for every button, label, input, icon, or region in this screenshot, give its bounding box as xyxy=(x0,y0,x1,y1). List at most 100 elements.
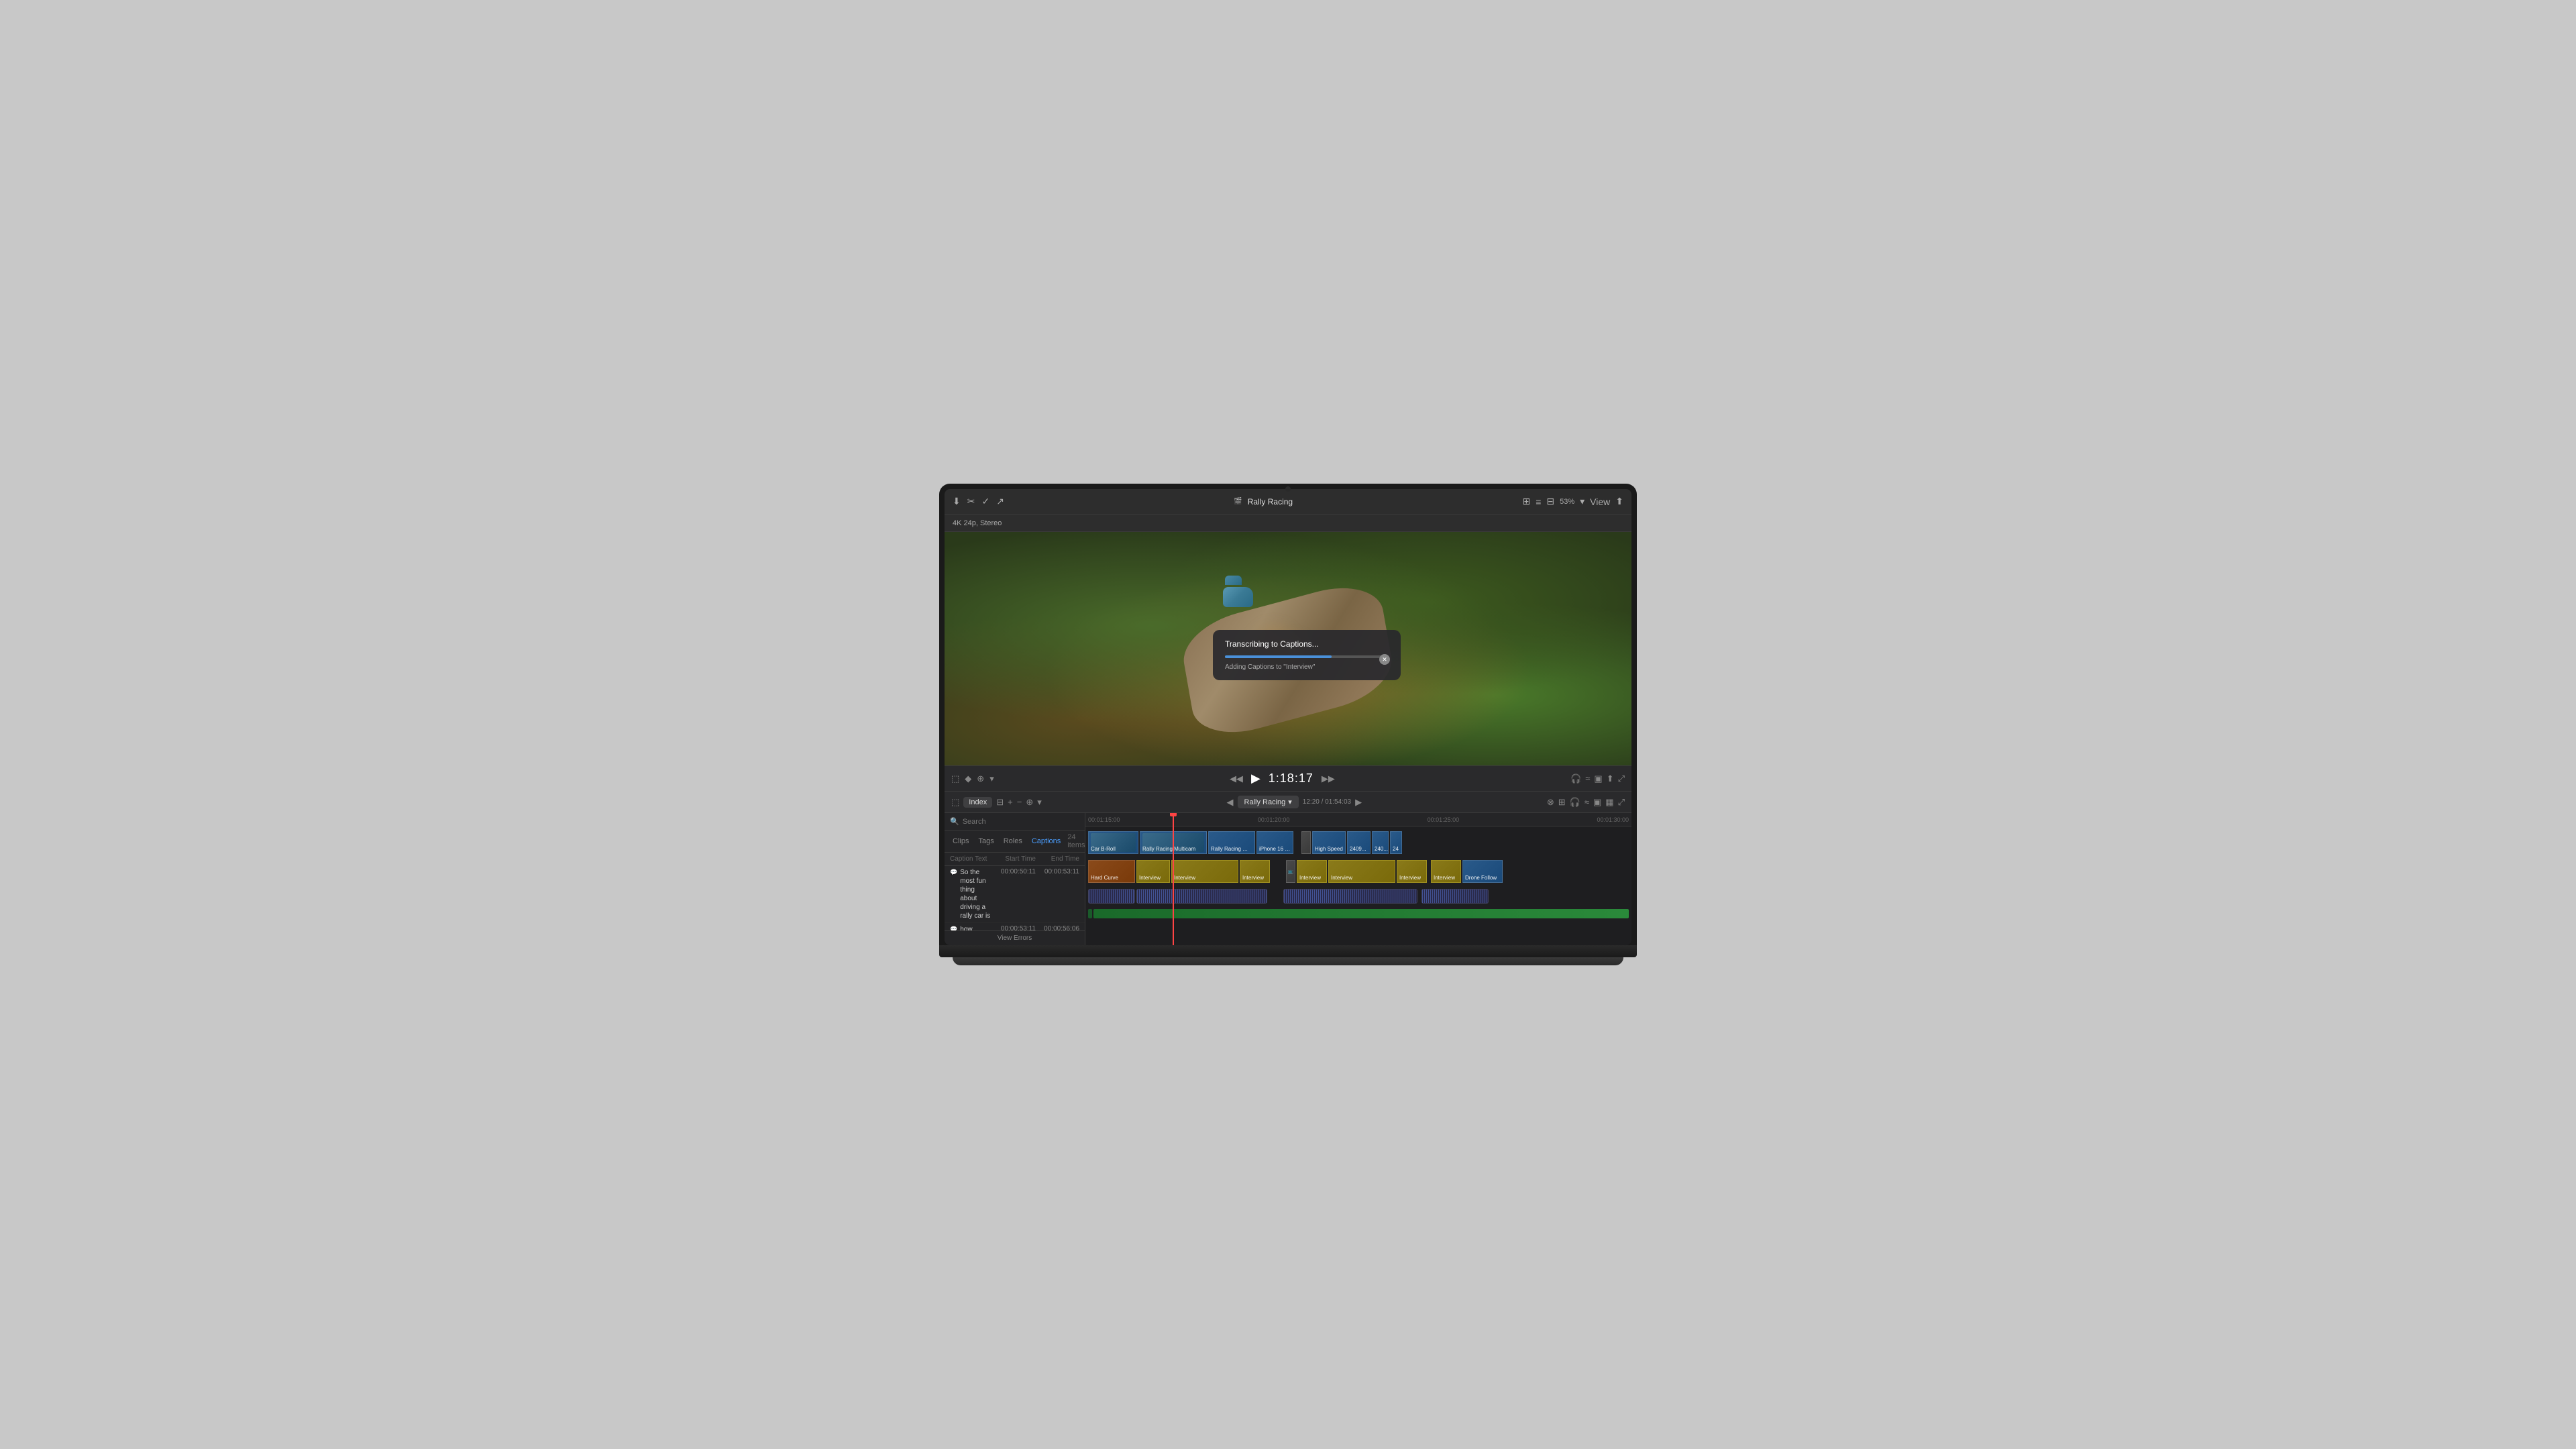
auto-enhance-icon[interactable]: ≈ xyxy=(1585,797,1589,807)
clip-hard-curve[interactable]: Hard Curve xyxy=(1088,860,1135,883)
export-icon[interactable]: ⬆ xyxy=(1607,773,1614,784)
timeline-content: 🔍 Clips Tags Roles Captions 24 items xyxy=(945,813,1631,945)
clip-2409[interactable]: 2409... xyxy=(1347,831,1371,854)
car-body xyxy=(1223,587,1253,607)
tools-icon[interactable]: ⬚ xyxy=(951,773,959,784)
tracks: Car B-Roll Rally Racing Multicam xyxy=(1085,826,1631,924)
sync-icon[interactable]: ⊗ xyxy=(1547,797,1554,808)
effects-icon[interactable]: ▦ xyxy=(1605,797,1613,808)
clip-drone-follow[interactable]: Drone Follow xyxy=(1462,860,1503,883)
caption-end-1: 00:00:53:11 xyxy=(1036,868,1079,875)
clip-rally-multicam-2[interactable]: Rally Racing Mul... xyxy=(1208,831,1255,854)
playback-left: ⬚ ◆ ⊕ ▾ xyxy=(951,773,994,784)
clip-label-broll: Car B-Roll xyxy=(1091,846,1116,852)
clip-small-2[interactable]: 24 xyxy=(1390,831,1402,854)
search-input[interactable] xyxy=(963,818,1079,826)
waveform-2 xyxy=(1137,890,1267,903)
tracks-area[interactable]: 00:01:15:00 00:01:20:00 00:01:25:00 00:0… xyxy=(1085,813,1631,945)
audio-strip-row xyxy=(1085,908,1631,920)
tab-captions[interactable]: Captions xyxy=(1029,836,1063,847)
caption-row[interactable]: 💬 how applicable it is to every kind of … xyxy=(945,923,1085,930)
project-name-button[interactable]: Rally Racing ▾ xyxy=(1238,796,1299,808)
clip-icon[interactable]: ▣ xyxy=(1594,773,1602,784)
zoom-out-icon[interactable]: − xyxy=(1017,797,1022,807)
tools-toggle-icon[interactable]: ⬚ xyxy=(951,797,959,808)
clip-car-broll[interactable]: Car B-Roll xyxy=(1088,831,1138,854)
progress-bar-background: ✕ xyxy=(1225,655,1389,658)
index-button[interactable]: Index xyxy=(963,797,992,808)
zoom-in-icon[interactable]: + xyxy=(1008,797,1013,807)
timeline-skip-fwd-icon[interactable]: ▶ xyxy=(1355,797,1362,808)
waveform-icon[interactable]: ≈ xyxy=(1585,773,1590,784)
ruler-mark-2: 00:01:20:00 xyxy=(1258,816,1290,823)
clip-240[interactable]: 240... xyxy=(1372,831,1389,854)
fullscreen-icon[interactable]: ⤢ xyxy=(1618,773,1625,784)
clip-interview-3[interactable]: Interview xyxy=(1240,860,1270,883)
share-export-icon[interactable]: ⬆ xyxy=(1615,496,1623,507)
clip-high-speed[interactable]: High Speed xyxy=(1312,831,1346,854)
import-icon[interactable]: ⬇ xyxy=(953,496,961,507)
clip-label-interview2: Interview xyxy=(1174,875,1195,881)
detail-view-icon[interactable]: ⊟ xyxy=(1546,496,1554,507)
film-icon: 🎬 xyxy=(1234,498,1242,505)
progress-bar-fill xyxy=(1225,655,1332,658)
caption-start-2: 00:00:53:11 xyxy=(992,925,1036,930)
snap-icon[interactable]: ⊕ xyxy=(1026,797,1033,808)
clip-height-icon[interactable]: ⊟ xyxy=(996,797,1004,808)
multicam-icon[interactable]: ⊞ xyxy=(1558,797,1566,808)
audio-clip-2[interactable] xyxy=(1136,889,1267,904)
caption-row[interactable]: 💬 So the most fun thing about driving a … xyxy=(945,866,1085,923)
view-errors-button[interactable]: View Errors xyxy=(945,930,1085,945)
camera-notch xyxy=(1285,486,1291,492)
clip-iphone-pro[interactable]: iPhone 16 Pro fo... xyxy=(1256,831,1293,854)
marker-icon[interactable]: ◆ xyxy=(965,773,971,784)
search-bar: 🔍 xyxy=(945,813,1085,830)
clip-interview-5[interactable]: Interview xyxy=(1328,860,1395,883)
zoom-dropdown-icon[interactable]: ▾ xyxy=(1580,496,1585,507)
timecode-display: 1:18:17 xyxy=(1269,771,1313,786)
timeline-skip-back-icon[interactable]: ◀ xyxy=(1227,797,1234,808)
clip-interview-6[interactable]: Interview xyxy=(1397,860,1427,883)
project-title: Rally Racing xyxy=(1248,497,1293,506)
caption-end-2: 00:00:56:06 xyxy=(1036,925,1079,930)
clip-label-iphone: iPhone 16 Pro fo... xyxy=(1259,846,1291,852)
clip-label-multicam2: Rally Racing Mul... xyxy=(1211,846,1252,852)
audio-out-icon[interactable]: 🎧 xyxy=(1570,773,1581,784)
playhead[interactable] xyxy=(1173,813,1174,945)
car-roof xyxy=(1225,576,1242,585)
skip-back-icon[interactable]: ◀◀ xyxy=(1230,773,1243,784)
tab-tags[interactable]: Tags xyxy=(975,836,996,847)
audio-clip-1[interactable] xyxy=(1088,889,1135,904)
grid-view-icon[interactable]: ⊞ xyxy=(1522,496,1530,507)
color-board-icon[interactable]: ▣ xyxy=(1593,797,1601,808)
clip-interview-1[interactable]: Interview xyxy=(1136,860,1170,883)
audio-clip-3[interactable] xyxy=(1283,889,1417,904)
second-video-track: Hard Curve Interview Interview xyxy=(1085,858,1631,885)
list-view-icon[interactable]: ≡ xyxy=(1536,496,1541,507)
validate-icon[interactable]: ✓ xyxy=(981,496,989,507)
skip-fwd-icon[interactable]: ▶▶ xyxy=(1322,773,1335,784)
keyframe-icon[interactable]: ✂ xyxy=(967,496,975,507)
caption-text-2: how applicable it is to every kind of dr… xyxy=(960,925,992,930)
transform-icon[interactable]: ⤢ xyxy=(1618,797,1625,808)
clip-label-interview6: Interview xyxy=(1399,875,1421,881)
audio-clip-4[interactable] xyxy=(1421,889,1489,904)
view-btn[interactable]: View xyxy=(1590,496,1610,507)
clip-small-1[interactable] xyxy=(1301,831,1311,854)
audio-lane-icon[interactable]: 🎧 xyxy=(1570,797,1580,808)
tab-roles[interactable]: Roles xyxy=(1001,836,1025,847)
clip-label-multicam1: Rally Racing Multicam xyxy=(1142,846,1195,852)
skimmer-icon[interactable]: ▾ xyxy=(1037,797,1042,808)
audio-icon[interactable]: ⊕ xyxy=(977,773,984,784)
share-icon[interactable]: ↗ xyxy=(996,496,1004,507)
tab-clips[interactable]: Clips xyxy=(950,836,971,847)
zoom-level: 53% xyxy=(1560,498,1574,506)
video-info-label: 4K 24p, Stereo xyxy=(953,519,1002,527)
clip-label-interview4: Interview xyxy=(1299,875,1321,881)
close-button[interactable]: ✕ xyxy=(1379,654,1390,665)
clip-tv-icon[interactable]: 📺 xyxy=(1286,860,1295,883)
play-button[interactable]: ▶ xyxy=(1251,771,1260,786)
clip-interview-4[interactable]: Interview xyxy=(1297,860,1327,883)
clip-interview-7[interactable]: Interview xyxy=(1431,860,1461,883)
clip-interview-2[interactable]: Interview xyxy=(1171,860,1238,883)
